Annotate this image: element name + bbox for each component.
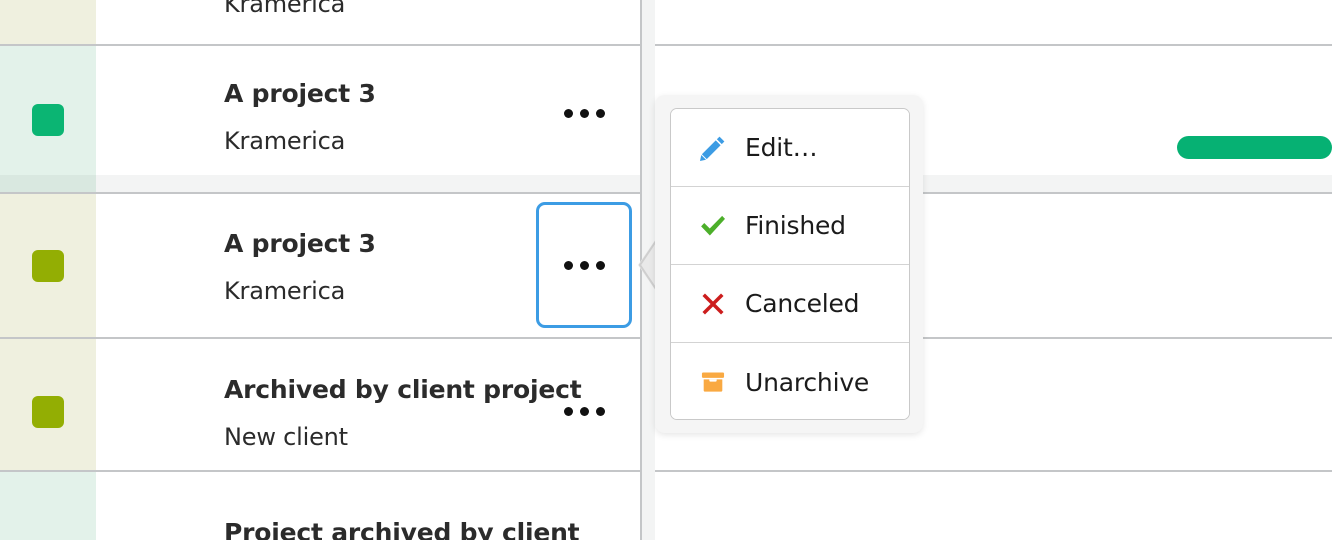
- menu-item-finished[interactable]: Finished: [671, 187, 909, 265]
- project-client-name: Kramerica: [224, 0, 346, 18]
- row-name-column: Kramerica: [96, 0, 640, 44]
- check-icon: [697, 211, 729, 241]
- project-client-name: Kramerica: [224, 277, 346, 305]
- row-color-column: [0, 46, 96, 175]
- project-title: A project 3: [224, 229, 376, 258]
- ellipsis-icon: [563, 108, 605, 118]
- row-context-menu: Edit… Finished Canceled Unarchive: [655, 95, 923, 433]
- project-color-swatch[interactable]: [32, 396, 64, 428]
- row-color-column: [0, 339, 96, 470]
- menu-item-canceled[interactable]: Canceled: [671, 265, 909, 343]
- row-options-button[interactable]: [556, 394, 612, 428]
- archive-icon: [697, 369, 729, 395]
- cross-icon: [697, 291, 729, 317]
- row-color-column: [0, 472, 96, 540]
- project-title: Archived by client project: [224, 375, 582, 404]
- ellipsis-icon: [563, 406, 605, 416]
- menu-item-unarchive[interactable]: Unarchive: [671, 343, 909, 419]
- table-row[interactable]: Project archived by client: [0, 472, 1332, 540]
- menu-item-label: Finished: [745, 211, 846, 240]
- menu-item-label: Unarchive: [745, 367, 870, 397]
- gantt-project-view: Kramerica A project 3 Kramerica A projec…: [0, 0, 1332, 540]
- row-color-column: [0, 0, 96, 44]
- menu-item-edit[interactable]: Edit…: [671, 109, 909, 187]
- project-title: Project archived by client: [224, 518, 580, 540]
- menu-item-label: Edit…: [745, 133, 818, 162]
- ellipsis-icon: [563, 260, 605, 270]
- row-name-column: Project archived by client: [96, 472, 640, 540]
- project-color-swatch[interactable]: [32, 104, 64, 136]
- row-gutter-left: [0, 175, 96, 193]
- row-name-column: Archived by client project New client: [96, 339, 640, 470]
- project-client-name: New client: [224, 423, 348, 451]
- menu-item-label: Canceled: [745, 289, 860, 318]
- table-row[interactable]: Kramerica: [0, 0, 1332, 44]
- pencil-icon: [697, 133, 729, 163]
- project-client-name: Kramerica: [224, 127, 346, 155]
- row-options-button-focused[interactable]: [536, 202, 632, 328]
- row-name-column: A project 3 Kramerica: [96, 46, 640, 175]
- project-color-swatch[interactable]: [32, 250, 64, 282]
- project-title: A project 3: [224, 79, 376, 108]
- context-menu-list: Edit… Finished Canceled Unarchive: [670, 108, 910, 420]
- row-options-button[interactable]: [556, 96, 612, 130]
- row-color-column: [0, 194, 96, 337]
- gantt-bar[interactable]: [1177, 136, 1332, 159]
- row-name-column: A project 3 Kramerica: [96, 194, 640, 337]
